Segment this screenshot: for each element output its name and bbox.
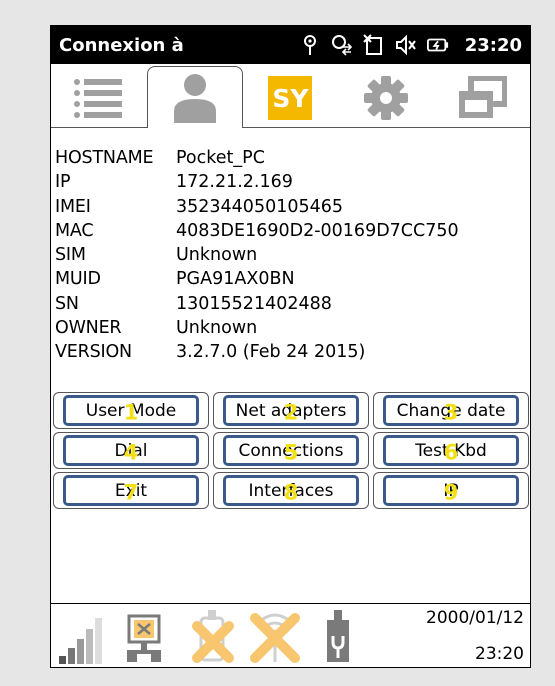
- battery-charging-icon: [426, 34, 449, 56]
- info-row-imei: IMEI 352344050105465: [55, 195, 525, 219]
- status-time: 23:20: [464, 34, 522, 56]
- no-sim-icon: [362, 34, 385, 56]
- tab-settings[interactable]: [338, 68, 434, 128]
- tab-divider-left: [51, 127, 147, 128]
- info-row-sim: SIM Unknown: [55, 243, 525, 267]
- info-key: SN: [55, 293, 79, 314]
- user-icon: [173, 73, 216, 123]
- bottom-time: 23:20: [475, 644, 524, 664]
- connections-button[interactable]: Connections 5: [213, 432, 369, 469]
- info-key: IP: [55, 172, 71, 193]
- tab-list[interactable]: [51, 68, 147, 128]
- interfaces-button[interactable]: Interfaces 8: [213, 472, 369, 509]
- connections-button-face[interactable]: Connections 5: [223, 435, 359, 466]
- info-value: Pocket_PC: [176, 148, 265, 168]
- bottom-date: 2000/01/12: [426, 608, 524, 628]
- user-mode-button-face[interactable]: User Mode 1: [63, 395, 199, 426]
- tab-windows[interactable]: [434, 68, 530, 128]
- sy-logo-icon: SY: [268, 76, 313, 120]
- tab-divider-right: [243, 127, 530, 128]
- test-kbd-button-face[interactable]: Test Kbd 6: [383, 435, 519, 466]
- info-key: VERSION: [55, 342, 132, 363]
- net-adapters-button-face[interactable]: Net adapters 2: [223, 395, 359, 426]
- info-value: Unknown: [176, 318, 258, 339]
- info-key: SIM: [55, 245, 86, 266]
- bottom-status-bar: 2000/01/12 23:20: [51, 603, 530, 667]
- button-label: Test Kbd: [415, 440, 487, 461]
- tab-user[interactable]: [146, 66, 243, 128]
- button-label: Net adapters: [235, 400, 347, 421]
- user-mode-button[interactable]: User Mode 1: [53, 392, 209, 429]
- sync-icon: [331, 34, 353, 56]
- change-date-button[interactable]: Change date 3: [373, 392, 529, 429]
- info-key: MUID: [55, 269, 101, 290]
- info-key: HOSTNAME: [55, 148, 154, 168]
- ip-button[interactable]: IP 9: [373, 472, 529, 509]
- info-value: 4083DE1690D2-00169D7CC750: [176, 220, 459, 241]
- button-label: Dial: [114, 440, 148, 461]
- exit-button[interactable]: Exit 7: [53, 472, 209, 509]
- status-icons: 23:20: [299, 34, 530, 56]
- antenna-icon: [299, 34, 321, 56]
- info-value: PGA91AX0BN: [176, 269, 295, 290]
- exit-button-face[interactable]: Exit 7: [63, 475, 199, 506]
- wifi-off-icon: [250, 613, 300, 663]
- info-row-owner: OWNER Unknown: [55, 316, 525, 340]
- signal-strength-icon: [59, 618, 102, 664]
- button-label: Change date: [396, 400, 506, 421]
- info-value: 13015521402488: [176, 293, 332, 314]
- button-row: Exit 7 Interfaces 8 IP 9: [53, 472, 529, 509]
- device-screen: Connexion à 23:20 SY HOSTNAME Pocket_PC …: [50, 25, 531, 668]
- info-value: 172.21.2.169: [176, 172, 293, 193]
- info-value: 352344050105465: [176, 196, 344, 217]
- change-date-button-face[interactable]: Change date 3: [383, 395, 519, 426]
- info-value: Unknown: [176, 245, 258, 266]
- button-label: Exit: [114, 480, 148, 501]
- info-row-muid: MUID PGA91AX0BN: [55, 267, 525, 291]
- speaker-muted-icon: [395, 34, 417, 56]
- button-label: Interfaces: [248, 480, 334, 501]
- button-label: IP: [443, 480, 459, 501]
- sy-logo-text: SY: [272, 83, 309, 113]
- info-key: MAC: [55, 220, 94, 241]
- ip-button-face[interactable]: IP 9: [383, 475, 519, 506]
- action-button-grid: User Mode 1 Net adapters 2 Change date 3 Di…: [53, 392, 529, 512]
- net-adapters-button[interactable]: Net adapters 2: [213, 392, 369, 429]
- tab-sy[interactable]: SY: [243, 68, 339, 128]
- list-icon: [73, 79, 122, 118]
- button-row: Dial 4 Connections 5 Test Kbd 6: [53, 432, 529, 469]
- info-row-sn: SN 13015521402488: [55, 292, 525, 316]
- info-row-version: VERSION 3.2.7.0 (Feb 24 2015): [55, 340, 525, 364]
- gear-icon: [364, 76, 409, 120]
- windows-icon: [459, 76, 508, 118]
- device-info-table: HOSTNAME Pocket_PC IP 172.21.2.169 IMEI 352…: [55, 146, 525, 365]
- button-label: Connections: [238, 440, 344, 461]
- dial-button[interactable]: Dial 4: [53, 432, 209, 469]
- network-disconnected-icon: [127, 614, 161, 662]
- info-key: OWNER: [55, 318, 122, 339]
- tab-bar: SY: [51, 64, 530, 128]
- bluetooth-off-icon: [192, 610, 234, 663]
- interfaces-button-face[interactable]: Interfaces 8: [223, 475, 359, 506]
- info-value: 3.2.7.0 (Feb 24 2015): [176, 342, 366, 363]
- button-label: User Mode: [85, 400, 177, 421]
- info-row-hostname: HOSTNAME Pocket_PC: [55, 146, 525, 170]
- dial-button-face[interactable]: Dial 4: [63, 435, 199, 466]
- status-bar: Connexion à 23:20: [51, 26, 530, 64]
- power-plug-icon: [327, 610, 349, 662]
- status-title: Connexion à: [59, 34, 184, 56]
- info-key: IMEI: [55, 196, 91, 217]
- button-row: User Mode 1 Net adapters 2 Change date 3: [53, 392, 529, 429]
- info-row-mac: MAC 4083DE1690D2-00169D7CC750: [55, 219, 525, 243]
- info-row-ip: IP 172.21.2.169: [55, 170, 525, 194]
- test-kbd-button[interactable]: Test Kbd 6: [373, 432, 529, 469]
